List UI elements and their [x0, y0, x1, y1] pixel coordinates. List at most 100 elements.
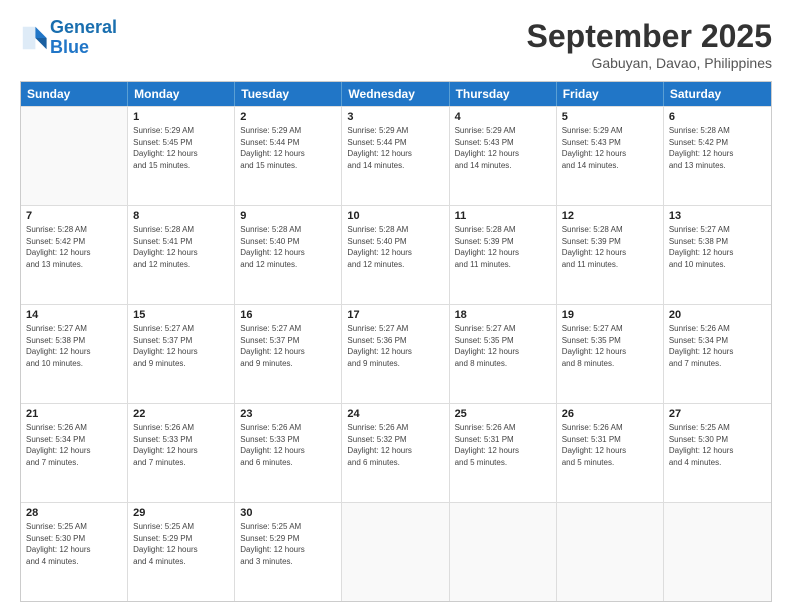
day-info: Sunrise: 5:25 AM Sunset: 5:29 PM Dayligh… [133, 521, 229, 567]
day-number: 18 [455, 309, 551, 321]
day-info: Sunrise: 5:28 AM Sunset: 5:39 PM Dayligh… [562, 224, 658, 270]
day-cell-30: 30Sunrise: 5:25 AM Sunset: 5:29 PM Dayli… [235, 503, 342, 601]
day-cell-17: 17 Sunrise: 5:27 AM Sunset: 5:36 PM Dayli… [342, 305, 449, 403]
day-cell-10: 10 Sunrise: 5:28 AM Sunset: 5:40 PM Dayli… [342, 206, 449, 304]
day-cell-22: 22 Sunrise: 5:26 AM Sunset: 5:33 PM Dayli… [128, 404, 235, 502]
day-cell-12: 12 Sunrise: 5:28 AM Sunset: 5:39 PM Dayli… [557, 206, 664, 304]
logo-text: General Blue [50, 18, 117, 58]
day-info: Sunrise: 5:28 AM Sunset: 5:40 PM Dayligh… [347, 224, 443, 270]
day-cell-3: 3Sunrise: 5:29 AM Sunset: 5:44 PM Daylig… [342, 107, 449, 205]
day-number: 11 [455, 210, 551, 222]
day-number: 10 [347, 210, 443, 222]
day-info: Sunrise: 5:29 AM Sunset: 5:43 PM Dayligh… [562, 125, 658, 171]
day-cell-25: 25 Sunrise: 5:26 AM Sunset: 5:31 PM Dayli… [450, 404, 557, 502]
week-row-2: 7 Sunrise: 5:28 AM Sunset: 5:42 PM Daylig… [21, 205, 771, 304]
day-cell-7: 7 Sunrise: 5:28 AM Sunset: 5:42 PM Daylig… [21, 206, 128, 304]
logo: General Blue [20, 18, 117, 58]
day-number: 21 [26, 408, 122, 420]
header-day-sunday: Sunday [21, 82, 128, 106]
day-number: 16 [240, 309, 336, 321]
day-number: 7 [26, 210, 122, 222]
location: Gabuyan, Davao, Philippines [527, 55, 772, 71]
day-number: 25 [455, 408, 551, 420]
day-cell-21: 21 Sunrise: 5:26 AM Sunset: 5:34 PM Dayli… [21, 404, 128, 502]
day-info: Sunrise: 5:26 AM Sunset: 5:33 PM Dayligh… [133, 422, 229, 468]
day-number: 9 [240, 210, 336, 222]
day-info: Sunrise: 5:27 AM Sunset: 5:36 PM Dayligh… [347, 323, 443, 369]
day-number: 15 [133, 309, 229, 321]
day-cell-18: 18 Sunrise: 5:27 AM Sunset: 5:35 PM Dayli… [450, 305, 557, 403]
day-info: Sunrise: 5:27 AM Sunset: 5:37 PM Dayligh… [133, 323, 229, 369]
week-row-3: 14Sunrise: 5:27 AM Sunset: 5:38 PM Dayli… [21, 304, 771, 403]
day-cell-5: 5 Sunrise: 5:29 AM Sunset: 5:43 PM Daylig… [557, 107, 664, 205]
day-number: 2 [240, 111, 336, 123]
day-info: Sunrise: 5:26 AM Sunset: 5:32 PM Dayligh… [347, 422, 443, 468]
day-cell-19: 19 Sunrise: 5:27 AM Sunset: 5:35 PM Dayli… [557, 305, 664, 403]
day-number: 5 [562, 111, 658, 123]
day-number: 30 [240, 507, 336, 519]
day-info: Sunrise: 5:25 AM Sunset: 5:30 PM Dayligh… [26, 521, 122, 567]
day-info: Sunrise: 5:29 AM Sunset: 5:45 PM Dayligh… [133, 125, 229, 171]
day-info: Sunrise: 5:28 AM Sunset: 5:40 PM Dayligh… [240, 224, 336, 270]
day-info: Sunrise: 5:26 AM Sunset: 5:33 PM Dayligh… [240, 422, 336, 468]
header-day-tuesday: Tuesday [235, 82, 342, 106]
day-info: Sunrise: 5:29 AM Sunset: 5:44 PM Dayligh… [240, 125, 336, 171]
day-cell-13: 13Sunrise: 5:27 AM Sunset: 5:38 PM Dayli… [664, 206, 771, 304]
day-cell-8: 8Sunrise: 5:28 AM Sunset: 5:41 PM Daylig… [128, 206, 235, 304]
day-cell-15: 15 Sunrise: 5:27 AM Sunset: 5:37 PM Dayli… [128, 305, 235, 403]
day-number: 23 [240, 408, 336, 420]
day-number: 22 [133, 408, 229, 420]
day-number: 3 [347, 111, 443, 123]
day-cell-26: 26 Sunrise: 5:26 AM Sunset: 5:31 PM Dayli… [557, 404, 664, 502]
day-cell-24: 24Sunrise: 5:26 AM Sunset: 5:32 PM Dayli… [342, 404, 449, 502]
day-cell-20: 20 Sunrise: 5:26 AM Sunset: 5:34 PM Dayli… [664, 305, 771, 403]
header-day-wednesday: Wednesday [342, 82, 449, 106]
logo-icon [20, 24, 48, 52]
calendar: SundayMondayTuesdayWednesdayThursdayFrid… [20, 81, 772, 602]
day-info: Sunrise: 5:27 AM Sunset: 5:35 PM Dayligh… [455, 323, 551, 369]
day-cell-6: 6Sunrise: 5:28 AM Sunset: 5:42 PM Daylig… [664, 107, 771, 205]
day-cell-23: 23 Sunrise: 5:26 AM Sunset: 5:33 PM Dayli… [235, 404, 342, 502]
week-row-4: 21 Sunrise: 5:26 AM Sunset: 5:34 PM Dayli… [21, 403, 771, 502]
empty-cell [342, 503, 449, 601]
day-number: 28 [26, 507, 122, 519]
day-number: 29 [133, 507, 229, 519]
day-info: Sunrise: 5:25 AM Sunset: 5:30 PM Dayligh… [669, 422, 766, 468]
day-info: Sunrise: 5:28 AM Sunset: 5:42 PM Dayligh… [26, 224, 122, 270]
day-number: 19 [562, 309, 658, 321]
day-info: Sunrise: 5:27 AM Sunset: 5:35 PM Dayligh… [562, 323, 658, 369]
day-info: Sunrise: 5:29 AM Sunset: 5:43 PM Dayligh… [455, 125, 551, 171]
day-cell-2: 2 Sunrise: 5:29 AM Sunset: 5:44 PM Daylig… [235, 107, 342, 205]
day-cell-14: 14Sunrise: 5:27 AM Sunset: 5:38 PM Dayli… [21, 305, 128, 403]
month-title: September 2025 [527, 18, 772, 55]
empty-cell [664, 503, 771, 601]
day-number: 20 [669, 309, 766, 321]
day-cell-16: 16Sunrise: 5:27 AM Sunset: 5:37 PM Dayli… [235, 305, 342, 403]
day-info: Sunrise: 5:28 AM Sunset: 5:42 PM Dayligh… [669, 125, 766, 171]
day-cell-29: 29 Sunrise: 5:25 AM Sunset: 5:29 PM Dayli… [128, 503, 235, 601]
week-row-5: 28 Sunrise: 5:25 AM Sunset: 5:30 PM Dayli… [21, 502, 771, 601]
day-info: Sunrise: 5:26 AM Sunset: 5:31 PM Dayligh… [562, 422, 658, 468]
empty-cell [21, 107, 128, 205]
day-info: Sunrise: 5:26 AM Sunset: 5:34 PM Dayligh… [26, 422, 122, 468]
day-info: Sunrise: 5:28 AM Sunset: 5:41 PM Dayligh… [133, 224, 229, 270]
day-number: 26 [562, 408, 658, 420]
day-number: 14 [26, 309, 122, 321]
day-number: 12 [562, 210, 658, 222]
day-info: Sunrise: 5:28 AM Sunset: 5:39 PM Dayligh… [455, 224, 551, 270]
day-cell-28: 28 Sunrise: 5:25 AM Sunset: 5:30 PM Dayli… [21, 503, 128, 601]
day-info: Sunrise: 5:26 AM Sunset: 5:31 PM Dayligh… [455, 422, 551, 468]
header-day-thursday: Thursday [450, 82, 557, 106]
logo-line1: General [50, 17, 117, 37]
day-number: 4 [455, 111, 551, 123]
title-block: September 2025 Gabuyan, Davao, Philippin… [527, 18, 772, 71]
empty-cell [450, 503, 557, 601]
day-info: Sunrise: 5:26 AM Sunset: 5:34 PM Dayligh… [669, 323, 766, 369]
day-cell-27: 27 Sunrise: 5:25 AM Sunset: 5:30 PM Dayli… [664, 404, 771, 502]
day-number: 13 [669, 210, 766, 222]
week-row-1: 1Sunrise: 5:29 AM Sunset: 5:45 PM Daylig… [21, 106, 771, 205]
day-number: 27 [669, 408, 766, 420]
day-cell-1: 1Sunrise: 5:29 AM Sunset: 5:45 PM Daylig… [128, 107, 235, 205]
day-number: 17 [347, 309, 443, 321]
page: General Blue September 2025 Gabuyan, Dav… [0, 0, 792, 612]
